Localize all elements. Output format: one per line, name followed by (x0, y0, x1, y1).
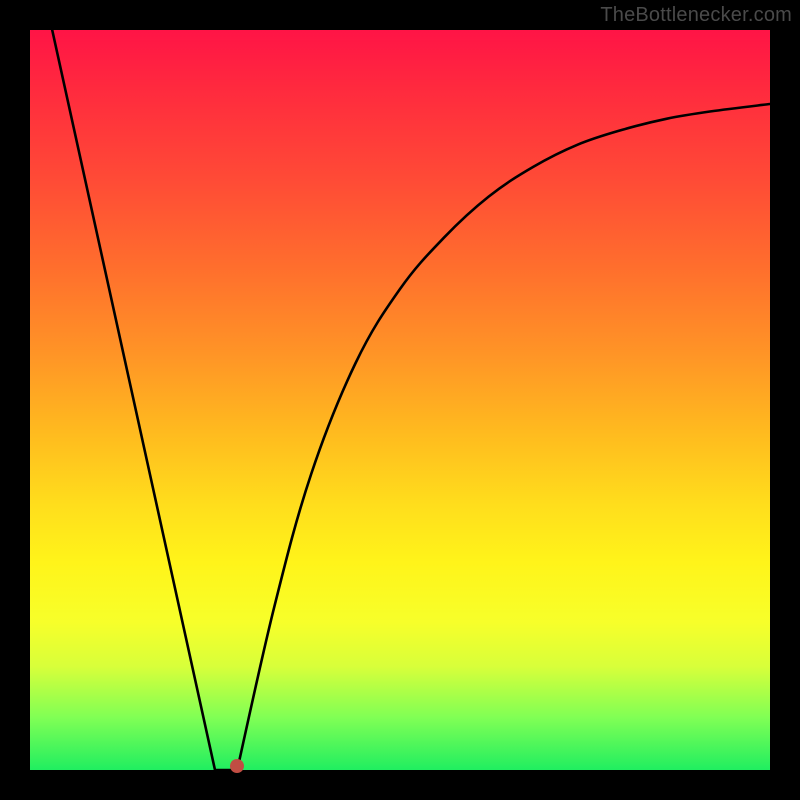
optimum-marker (230, 759, 244, 773)
plot-area (30, 30, 770, 770)
chart-frame: TheBottlenecker.com (0, 0, 800, 800)
watermark-text: TheBottlenecker.com (600, 4, 792, 27)
bottleneck-curve (52, 30, 770, 783)
curve-svg (30, 30, 770, 770)
